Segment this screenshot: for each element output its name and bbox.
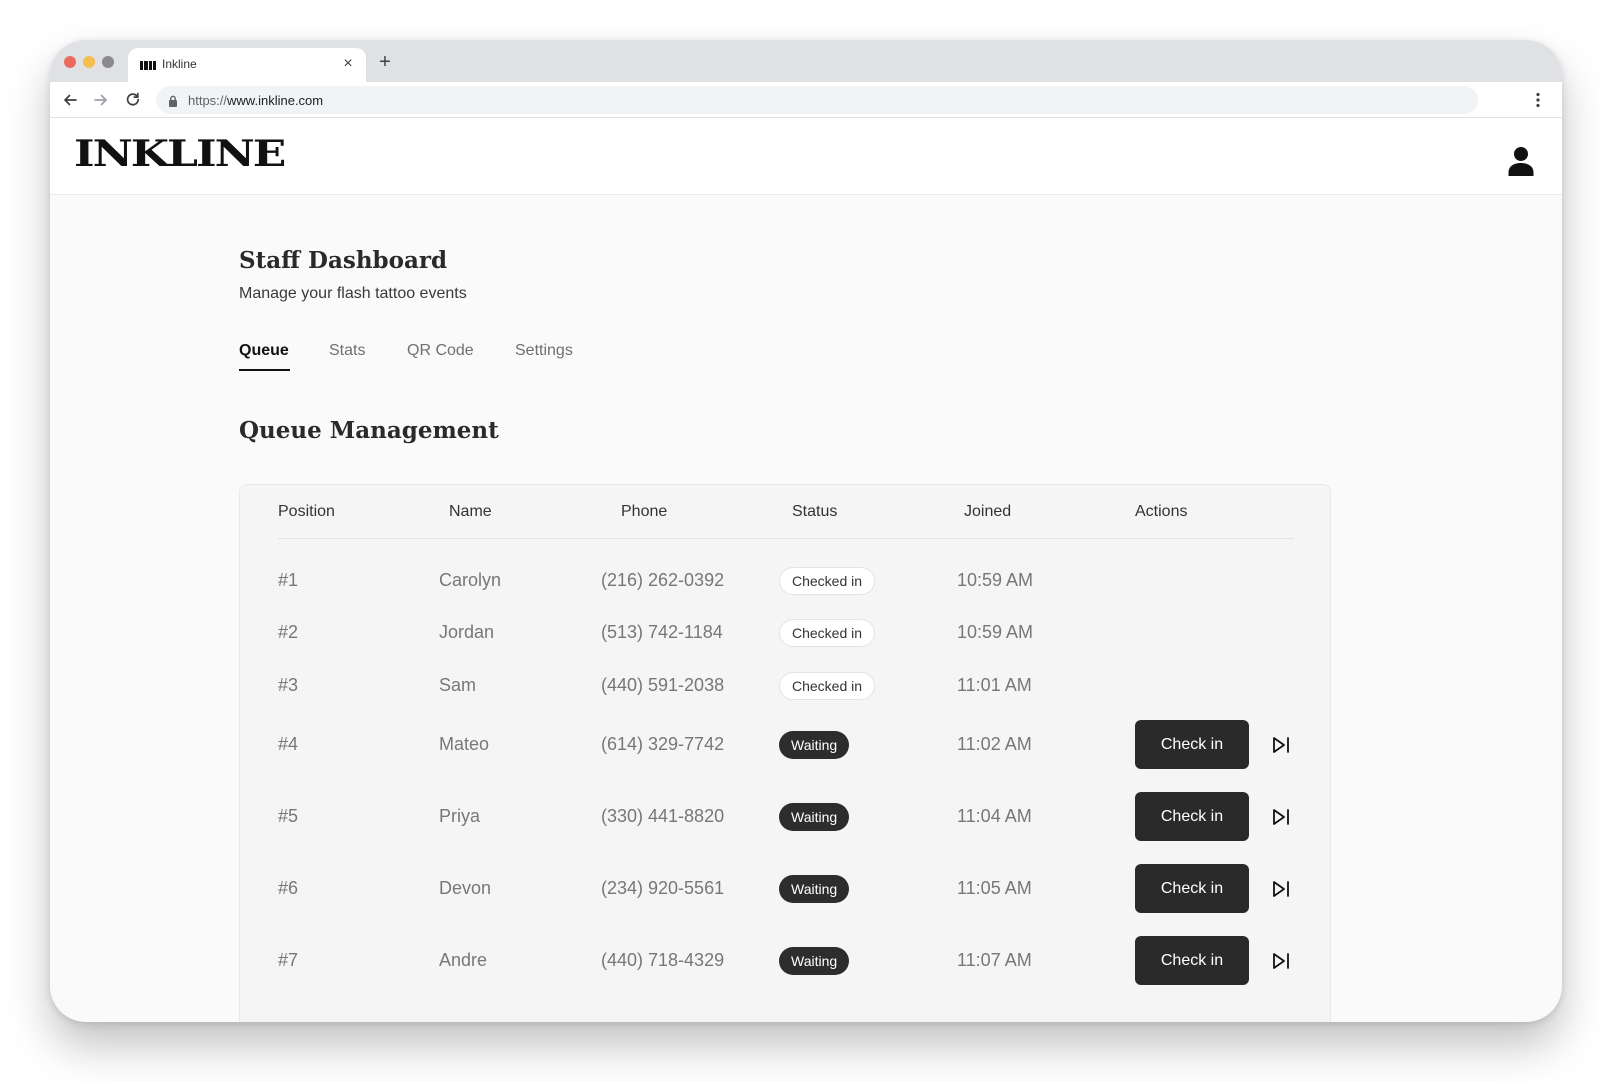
back-arrow-icon[interactable] <box>60 90 80 110</box>
page-title: Staff Dashboard <box>239 247 448 274</box>
header-position[interactable]: Position <box>278 503 335 521</box>
page-subtitle: Manage your flash tattoo events <box>239 285 467 302</box>
cell-position: #5 <box>278 805 299 826</box>
check-in-button[interactable]: Check in <box>1135 720 1249 769</box>
browser-window: Inkline × + https://www.inkline.com INKL… <box>50 40 1562 1022</box>
cell-phone: (440) 718-4329 <box>601 949 725 970</box>
cell-joined: 11:01 AM <box>957 675 1032 695</box>
cell-phone: (330) 441-8820 <box>601 805 725 826</box>
header-name[interactable]: Name <box>449 503 492 521</box>
cell-name: Devon <box>439 877 492 898</box>
cell-joined: 11:05 AM <box>957 877 1032 898</box>
cell-name: Priya <box>439 805 481 826</box>
cell-phone: (614) 329-7742 <box>601 733 725 754</box>
header-status[interactable]: Status <box>792 503 837 521</box>
cell-joined: 10:59 AM <box>957 622 1034 642</box>
cell-position: #6 <box>278 877 299 898</box>
queue-table: Position Name Phone Status Joined Action… <box>239 484 1331 1022</box>
cell-phone: (440) 591-2038 <box>601 675 725 695</box>
table-row: #5 Priya (330) 441-8820 Waiting 11:04 AM Chec… <box>240 792 1332 841</box>
cell-name: Jordan <box>439 622 495 642</box>
tab-title: Inkline <box>162 57 197 71</box>
browser-toolbar: https://www.inkline.com <box>50 82 1562 118</box>
table-header: Position Name Phone Status Joined Action… <box>278 485 1294 539</box>
table-row: #6 Devon (234) 920-5561 Waiting 11:05 AM Chec… <box>240 864 1332 913</box>
table-row: #3 Sam (440) 591-2038 Checked in 11:01 AM <box>240 666 1332 706</box>
table-row: #2 Jordan (513) 742-1184 Checked in 10:59 AM <box>240 613 1332 653</box>
browser-tab[interactable]: Inkline × <box>128 48 366 82</box>
cell-position: #7 <box>278 949 299 970</box>
cell-name: Carolyn <box>439 570 502 590</box>
skip-next-icon[interactable] <box>1271 735 1291 755</box>
status-badge: Waiting <box>779 730 850 759</box>
browser-tabstrip: Inkline × + <box>50 40 1562 82</box>
cell-phone: (234) 920-5561 <box>601 877 725 898</box>
status-badge: Waiting <box>779 946 850 975</box>
tab-close-icon[interactable]: × <box>340 56 356 72</box>
skip-next-icon[interactable] <box>1271 951 1291 971</box>
lock-icon <box>168 94 178 107</box>
table-row: #4 Mateo (614) 329-7742 Waiting 11:02 AM Chec… <box>240 720 1332 769</box>
cell-joined: 10:59 AM <box>957 570 1034 590</box>
cell-name: Andre <box>439 949 488 970</box>
cell-phone: (513) 742-1184 <box>601 622 723 642</box>
browser-menu-icon[interactable] <box>1528 90 1548 110</box>
section-title: Queue Management <box>239 417 499 444</box>
cell-position: #2 <box>278 622 299 642</box>
check-in-button[interactable]: Check in <box>1135 792 1249 841</box>
inkline-logo[interactable]: INKLINE <box>74 136 286 172</box>
status-badge: Checked in <box>779 672 876 700</box>
status-badge: Waiting <box>779 874 850 903</box>
tab-settings[interactable]: Settings <box>515 342 573 360</box>
status-badge: Waiting <box>779 802 850 831</box>
new-tab-icon[interactable]: + <box>375 52 395 72</box>
cell-joined: 11:02 AM <box>957 733 1032 754</box>
tab-qr-code[interactable]: QR Code <box>407 342 474 360</box>
window-zoom-dot[interactable] <box>102 56 114 68</box>
reload-icon[interactable] <box>123 90 143 110</box>
table-row: #1 Carolyn (216) 262-0392 Checked in 10:59 A… <box>240 561 1332 601</box>
cell-position: #4 <box>278 733 299 754</box>
cell-phone: (216) 262-0392 <box>601 570 725 590</box>
window-close-dot[interactable] <box>64 56 76 68</box>
status-badge: Checked in <box>779 567 876 595</box>
cell-joined: 11:04 AM <box>957 805 1032 826</box>
tab-stats[interactable]: Stats <box>329 342 365 360</box>
header-phone[interactable]: Phone <box>621 503 667 521</box>
address-bar[interactable]: https://www.inkline.com <box>156 86 1478 114</box>
skip-next-icon[interactable] <box>1271 879 1291 899</box>
active-tab-underline <box>239 369 290 371</box>
header-joined[interactable]: Joined <box>964 503 1011 521</box>
cell-position: #3 <box>278 675 299 695</box>
status-badge: Checked in <box>779 619 876 647</box>
header-actions[interactable]: Actions <box>1135 503 1187 521</box>
forward-arrow-icon[interactable] <box>91 90 111 110</box>
window-minimize-dot[interactable] <box>83 56 95 68</box>
table-row: #7 Andre (440) 718-4329 Waiting 11:07 AM Chec… <box>240 936 1332 985</box>
user-icon[interactable] <box>1508 146 1534 176</box>
skip-next-icon[interactable] <box>1271 807 1291 827</box>
cell-name: Mateo <box>439 733 490 754</box>
site-header: INKLINE <box>50 118 1562 195</box>
check-in-button[interactable]: Check in <box>1135 936 1249 985</box>
inkline-favicon-icon <box>140 61 156 70</box>
check-in-button[interactable]: Check in <box>1135 864 1249 913</box>
cell-position: #1 <box>278 570 299 590</box>
cell-name: Sam <box>439 675 477 695</box>
tab-queue[interactable]: Queue <box>239 342 289 360</box>
url-text: https://www.inkline.com <box>188 93 324 108</box>
cell-joined: 11:07 AM <box>957 949 1032 970</box>
